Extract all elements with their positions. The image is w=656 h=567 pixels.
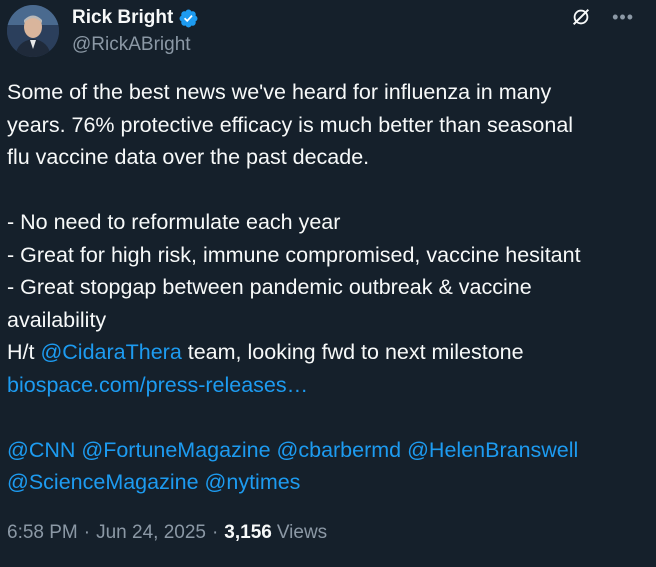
author-handle[interactable]: @RickABright bbox=[72, 34, 199, 56]
hat-tip-line: H/t @CidaraThera team, looking fwd to ne… bbox=[7, 336, 647, 369]
tweet-time[interactable]: 6:58 PM bbox=[7, 522, 78, 544]
mention-link[interactable]: @CidaraThera bbox=[40, 340, 181, 364]
avatar-image bbox=[7, 5, 59, 57]
tweet-line: years. 76% protective efficacy is much b… bbox=[7, 112, 574, 137]
mention-link[interactable]: @CNN bbox=[7, 438, 75, 462]
hat-tip-suffix: team, looking fwd to next milestone bbox=[181, 340, 524, 364]
avatar[interactable] bbox=[7, 5, 59, 57]
bullet-line: - No need to reformulate each year bbox=[7, 210, 341, 234]
meta-separator: · bbox=[83, 522, 91, 543]
tweet-date[interactable]: Jun 24, 2025 bbox=[96, 522, 206, 544]
views-label: Views bbox=[276, 522, 328, 543]
bullet-line: availability bbox=[7, 307, 107, 332]
bullet-line: - Great stopgap between pandemic outbrea… bbox=[7, 275, 532, 299]
mentions-line: @CNN @FortuneMagazine @cbarbermd @HelenB… bbox=[7, 434, 647, 467]
mention-link[interactable]: @cbarbermd bbox=[277, 438, 402, 462]
tweet-line: flu vaccine data over the past decade. bbox=[7, 145, 370, 169]
author-display-name[interactable]: Rick Bright bbox=[72, 7, 173, 29]
meta-separator: · bbox=[211, 522, 219, 543]
mention-link[interactable]: @HelenBranswell bbox=[407, 438, 578, 462]
link-line: biospace.com/press-releases… bbox=[7, 369, 647, 402]
hat-tip-prefix: H/t bbox=[7, 340, 41, 364]
grok-icon[interactable] bbox=[570, 6, 592, 28]
bullet-line: - Great for high risk, immune compromise… bbox=[7, 242, 581, 267]
more-options-icon[interactable]: ••• bbox=[612, 6, 634, 28]
views-count: 3,156 bbox=[224, 522, 272, 543]
mention-link[interactable]: @ScienceMagazine bbox=[7, 470, 199, 494]
verified-badge-icon bbox=[179, 9, 198, 27]
tweet-meta: 6:58 PM · Jun 24, 2025 · 3,156 Views bbox=[7, 522, 327, 544]
mention-link[interactable]: @FortuneMagazine bbox=[81, 438, 270, 462]
tweet-line: Some of the best news we've heard for in… bbox=[7, 80, 552, 104]
mention-link[interactable]: @nytimes bbox=[205, 470, 301, 494]
tweet-text: Some of the best news we've heard for in… bbox=[7, 76, 647, 499]
press-release-link[interactable]: biospace.com/press-releases… bbox=[7, 373, 308, 397]
mentions-line: @ScienceMagazine @nytimes bbox=[7, 466, 647, 499]
